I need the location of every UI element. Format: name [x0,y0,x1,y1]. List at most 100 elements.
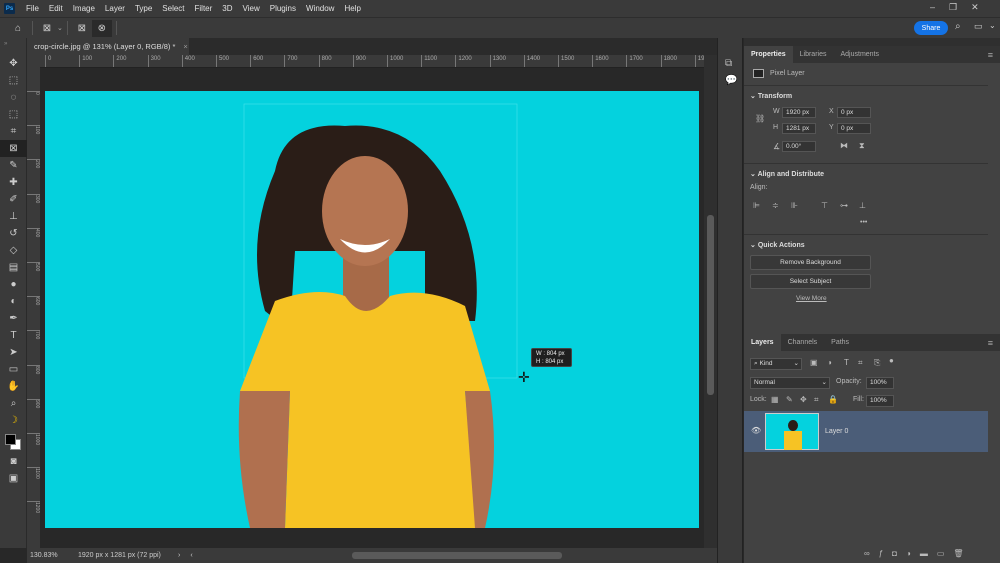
lock-all-icon[interactable]: 🔒 [828,395,838,404]
angle-field[interactable]: 0.00° [782,141,816,152]
menu-3d[interactable]: 3D [217,4,237,13]
filter-adjustment-icon[interactable]: ◑ [827,358,832,367]
lock-transparent-icon[interactable]: ▦ [771,395,779,404]
filter-pixel-icon[interactable]: ▣ [810,358,818,367]
layer-bottom-toolbar[interactable]: ∞ƒ◘◑▬▭🗑 [864,549,973,558]
lock-position-icon[interactable]: ✥ [800,395,807,404]
align-bottom-icon[interactable]: ⊥ [859,201,866,210]
comments-icon[interactable]: 💬 [725,75,742,86]
object-selection-tool-icon[interactable]: ⬚ [0,106,27,123]
select-subject-button[interactable]: Select Subject [750,274,871,289]
tab-paths[interactable]: Paths [824,334,856,351]
menu-type[interactable]: Type [130,4,157,13]
scroll-left-arrow[interactable]: ‹ [190,552,192,559]
workspace-chevron-icon[interactable]: ⌄ [989,21,996,30]
canvas-image[interactable] [45,91,699,528]
share-button[interactable]: Share [914,21,948,35]
align-right-icon[interactable]: ⊪ [791,201,798,210]
layers-menu-icon[interactable]: ≡ [981,334,1000,351]
frame-tool-icon[interactable]: ⊠ [0,140,27,157]
zoom-level[interactable]: 130.83% [30,552,72,559]
align-title[interactable]: ⌄ Align and Distribute [750,170,824,178]
menu-image[interactable]: Image [68,4,100,13]
remove-background-button[interactable]: Remove Background [750,255,871,270]
transform-title[interactable]: ⌄ Transform [750,92,792,100]
blur-tool-icon[interactable]: ● [0,276,27,293]
close-tab-icon[interactable]: × [183,42,187,51]
menu-layer[interactable]: Layer [100,4,130,13]
menu-select[interactable]: Select [157,4,189,13]
height-field[interactable]: 1281 px [782,123,816,134]
crop-tool-icon[interactable]: ⌗ [0,123,27,140]
menu-filter[interactable]: Filter [190,4,218,13]
home-icon[interactable]: ⌂ [8,20,28,37]
filter-smart-object-icon[interactable]: ⎘ [874,358,880,368]
blend-mode-select[interactable]: Normal ⌄ [750,377,830,389]
quick-actions-title[interactable]: ⌄ Quick Actions [750,241,805,249]
path-selection-tool-icon[interactable]: ➤ [0,344,27,361]
tab-properties[interactable]: Properties [744,46,793,63]
healing-brush-tool-icon[interactable]: ✚ [0,174,27,191]
type-tool-icon[interactable]: T [0,327,27,344]
tab-channels[interactable]: Channels [781,334,825,351]
window-controls[interactable]: –❐✕ [930,2,993,13]
brush-tool-icon[interactable]: ✐ [0,191,27,208]
marquee-tool-icon[interactable]: ⬚ [0,72,27,89]
layer-name[interactable]: Layer 0 [825,428,848,435]
menu-plugins[interactable]: Plugins [265,4,301,13]
pen-tool-icon[interactable]: ✒ [0,310,27,327]
color-swatches[interactable] [0,429,26,453]
rectangle-tool-icon[interactable]: ▭ [0,361,27,378]
y-field[interactable]: 0 px [837,123,871,134]
width-field[interactable]: 1920 px [782,107,816,118]
filter-shape-icon[interactable]: ⌗ [858,358,863,368]
rectangle-frame-icon[interactable]: ⊠ [72,20,92,37]
menu-window[interactable]: Window [301,4,339,13]
align-middle-icon[interactable]: ⊶ [840,201,848,210]
lock-image-icon[interactable]: ✎ [786,395,793,404]
menu-edit[interactable]: Edit [44,4,68,13]
vertical-scrollbar[interactable] [704,55,717,548]
eraser-tool-icon[interactable]: ◇ [0,242,27,259]
menu-help[interactable]: Help [339,4,365,13]
fill-field[interactable]: 100% [866,395,894,407]
filter-type-icon[interactable]: T [844,358,849,367]
panel-menu-icon[interactable]: ≡ [981,46,1000,63]
dodge-tool-icon[interactable]: ◐ [0,293,27,310]
view-more-link[interactable]: View More [796,295,827,302]
move-tool-icon[interactable]: ✥ [0,55,27,72]
menu-view[interactable]: View [238,4,265,13]
align-left-icon[interactable]: ⊫ [753,201,760,210]
ellipse-frame-icon[interactable]: ⊗ [91,19,112,37]
layer-row[interactable]: 👁 Layer 0 [744,411,988,452]
flip-vertical-icon[interactable]: ⧗ [859,141,865,151]
zoom-tool-icon[interactable]: ⌕ [0,395,27,412]
flip-horizontal-icon[interactable]: ⧓ [840,141,848,150]
status-menu-arrow[interactable]: › [178,552,180,559]
visibility-eye-icon[interactable]: 👁 [751,426,761,435]
history-brush-tool-icon[interactable]: ↺ [0,225,27,242]
clone-stamp-tool-icon[interactable]: ⊥ [0,208,27,225]
more-options[interactable]: ••• [860,219,867,226]
filter-kind-select[interactable]: ⌕ Kind ⌄ [750,358,802,370]
search-icon[interactable]: ⌕ [955,21,961,32]
filter-toggle-icon[interactable]: ● [889,356,894,365]
tab-adjustments[interactable]: Adjustments [833,46,886,63]
menu-file[interactable]: File [21,4,44,13]
lock-artboard-icon[interactable]: ⌗ [814,395,819,405]
document-tab[interactable]: crop-circle.jpg @ 131% (Layer 0, RGB/8) … [27,38,189,55]
tab-layers[interactable]: Layers [744,334,781,351]
link-icon[interactable]: ⛓ [755,114,765,123]
eyedropper-tool-icon[interactable]: ✎ [0,157,27,174]
x-field[interactable]: 0 px [837,107,871,118]
frame-tool-preset-icon[interactable]: ⊠ [37,20,57,37]
tab-libraries[interactable]: Libraries [793,46,834,63]
opacity-field[interactable]: 100% [866,377,894,389]
horizontal-scrollbar[interactable] [352,552,562,559]
align-center-icon[interactable]: ≑ [772,201,779,210]
history-icon[interactable]: ⧉ [725,58,742,69]
workspace-icon[interactable]: ▭ [974,21,983,32]
quick-mask-icon[interactable]: ◙ [0,453,27,470]
edit-toolbar-icon[interactable]: ☽ [0,412,27,429]
gradient-tool-icon[interactable]: ▤ [0,259,27,276]
